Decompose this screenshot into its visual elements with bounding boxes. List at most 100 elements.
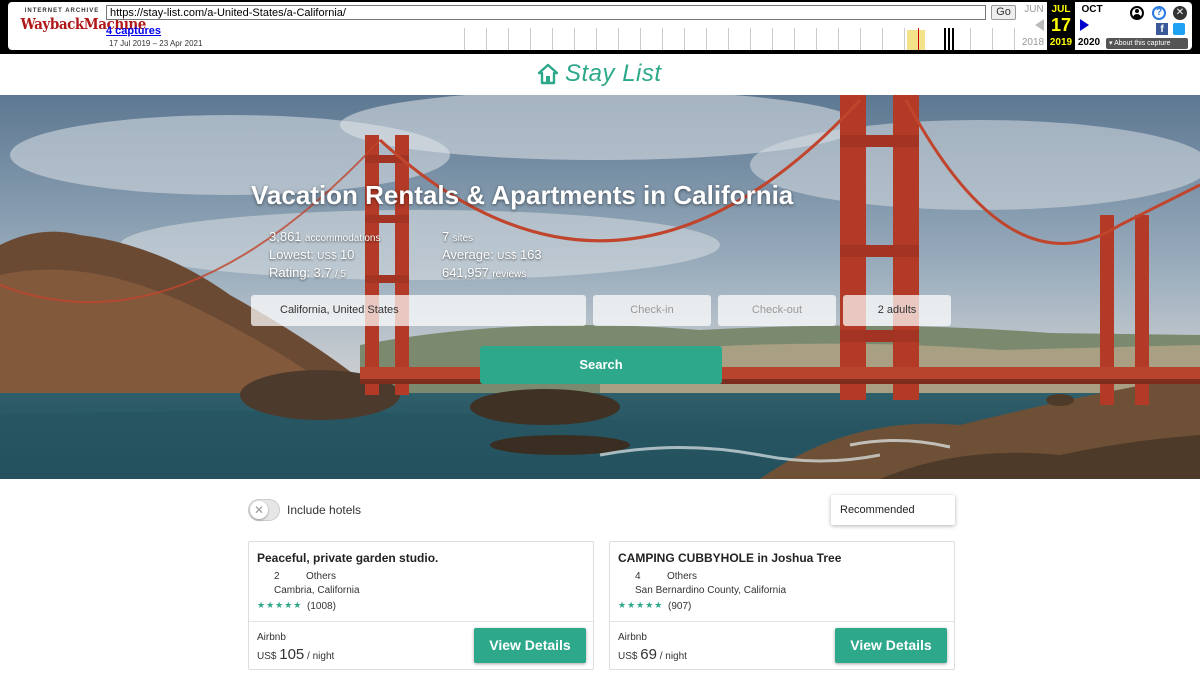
sparkline-tick <box>596 28 597 50</box>
listing-price: US$ 105 / night <box>257 646 335 663</box>
sparkline-current-year-highlight <box>907 30 925 50</box>
listing-review-count: (1008) <box>307 601 336 612</box>
sparkline-tick <box>618 28 619 50</box>
about-capture-label: About this capture <box>1114 40 1171 47</box>
listing-type: Others <box>306 571 337 582</box>
current-year-label: 2019 <box>1049 37 1073 48</box>
wayback-logo-name: WaybackMachine <box>20 15 147 33</box>
sparkline-tick <box>574 28 575 50</box>
sparkline-tick <box>794 28 795 50</box>
sparkline-tick <box>464 28 465 50</box>
listing-title[interactable]: Peaceful, private garden studio. <box>257 551 438 565</box>
sparkline-tick <box>882 28 883 50</box>
sparkline-tick <box>838 28 839 50</box>
wayback-toolbar: INTERNET ARCHIVE WaybackMachine https://… <box>0 0 1200 54</box>
sparkline-tick <box>992 28 993 50</box>
listing-title[interactable]: CAMPING CUBBYHOLE in Joshua Tree <box>618 551 841 565</box>
about-capture-dropdown[interactable]: ▾ About this capture <box>1106 38 1188 49</box>
sparkline-tick <box>508 28 509 50</box>
sparkline-tick <box>772 28 773 50</box>
stat-reviews: 641,957 reviews <box>442 265 527 280</box>
location-input[interactable]: California, United States <box>251 295 586 326</box>
sparkline-tick <box>552 28 553 50</box>
close-icon[interactable]: ✕ <box>1173 6 1187 20</box>
stat-accommodations: 3,861 accommodations <box>269 229 381 244</box>
listing-provider: Airbnb <box>257 632 286 643</box>
sparkline-tick <box>486 28 487 50</box>
wayback-go-button[interactable]: Go <box>991 5 1016 20</box>
listing-provider: Airbnb <box>618 632 647 643</box>
wayback-toolbar-panel: INTERNET ARCHIVE WaybackMachine https://… <box>8 2 1192 50</box>
golden-gate-bridge-background-image <box>0 95 1200 479</box>
sort-select[interactable]: Recommended <box>831 495 955 525</box>
site-logo-text: Stay List <box>565 60 662 87</box>
sparkline-tick <box>816 28 817 50</box>
guests-select[interactable]: 2 adults <box>843 295 951 326</box>
listing-type: Others <box>667 571 698 582</box>
sparkline-tick <box>860 28 861 50</box>
card-divider <box>249 621 593 622</box>
prev-capture-arrow-icon[interactable] <box>1035 19 1044 31</box>
wayback-logo[interactable]: INTERNET ARCHIVE WaybackMachine <box>16 8 147 44</box>
listing-location: San Bernardino County, California <box>635 585 787 596</box>
rating-stars-icon: ★★★★★ <box>618 601 664 611</box>
include-hotels-toggle[interactable]: ✕ <box>248 499 280 521</box>
sparkline-capture-mark <box>918 28 919 50</box>
sparkline-tick <box>684 28 685 50</box>
page-title: Vacation Rentals & Apartments in Califor… <box>251 180 794 210</box>
toggle-off-icon: ✕ <box>250 501 268 519</box>
sparkline-tick <box>640 28 641 50</box>
site-header: Stay List <box>0 54 1200 95</box>
home-icon <box>537 63 559 85</box>
wayback-url-input[interactable]: https://stay-list.com/a-United-States/a-… <box>106 5 986 20</box>
user-account-icon[interactable] <box>1130 6 1144 20</box>
hero-section: Vacation Rentals & Apartments in Califor… <box>0 95 1200 479</box>
rating-stars-icon: ★★★★★ <box>257 601 303 611</box>
checkout-input[interactable]: Check-out <box>718 295 836 326</box>
view-details-button[interactable]: View Details <box>474 628 586 663</box>
sparkline-capture-mark <box>944 28 946 50</box>
next-year-label[interactable]: 2020 <box>1075 37 1103 48</box>
sparkline-tick <box>530 28 531 50</box>
help-icon[interactable]: ? <box>1152 6 1166 20</box>
listing-guests: 4 <box>635 571 641 582</box>
card-divider <box>610 621 954 622</box>
search-button[interactable]: Search <box>480 346 722 384</box>
current-day-label: 17 <box>1050 15 1072 35</box>
wayback-capture-sparkline[interactable] <box>460 28 1020 50</box>
stat-average-price: Average: US$ 163 <box>442 247 542 262</box>
sparkline-tick <box>662 28 663 50</box>
current-capture-date: JUL 17 2019 <box>1047 2 1075 50</box>
sparkline-capture-mark <box>948 28 950 50</box>
sparkline-tick <box>728 28 729 50</box>
sparkline-tick <box>1014 28 1015 50</box>
prev-year-label[interactable]: 2018 <box>1019 37 1047 48</box>
sparkline-tick <box>706 28 707 50</box>
site-logo[interactable]: Stay List <box>537 60 662 88</box>
stat-sites: 7 sites <box>442 229 474 244</box>
listing-card[interactable]: CAMPING CUBBYHOLE in Joshua Tree 4 Other… <box>609 541 955 670</box>
facebook-icon[interactable]: f <box>1156 23 1168 35</box>
include-hotels-label: Include hotels <box>287 503 362 517</box>
listing-guests: 2 <box>274 571 280 582</box>
listing-price: US$ 69 / night <box>618 646 687 663</box>
sparkline-tick <box>904 28 905 50</box>
sparkline-capture-mark <box>952 28 954 50</box>
prev-month-label[interactable]: JUN <box>1020 4 1048 15</box>
listing-card[interactable]: Peaceful, private garden studio. 2 Other… <box>248 541 594 670</box>
next-capture-arrow-icon[interactable] <box>1080 19 1089 31</box>
hero-stats-left: 3,861 accommodations Lowest: US$ 10 Rati… <box>269 229 380 283</box>
stat-rating: Rating: 3.7 / 5 <box>269 265 347 280</box>
view-details-button[interactable]: View Details <box>835 628 947 663</box>
wayback-logo-org: INTERNET ARCHIVE <box>24 8 100 14</box>
wayback-captures-link[interactable]: 4 captures <box>106 25 161 37</box>
listing-review-count: (907) <box>668 601 692 612</box>
hero-stats-right: 7 sites Average: US$ 163 641,957 reviews <box>442 229 542 283</box>
sparkline-tick <box>970 28 971 50</box>
stat-lowest-price: Lowest: US$ 10 <box>269 247 355 262</box>
checkin-input[interactable]: Check-in <box>593 295 711 326</box>
listing-location: Cambria, California <box>274 585 360 596</box>
twitter-icon[interactable] <box>1173 23 1185 35</box>
sparkline-tick <box>750 28 751 50</box>
next-month-label[interactable]: OCT <box>1078 4 1106 15</box>
